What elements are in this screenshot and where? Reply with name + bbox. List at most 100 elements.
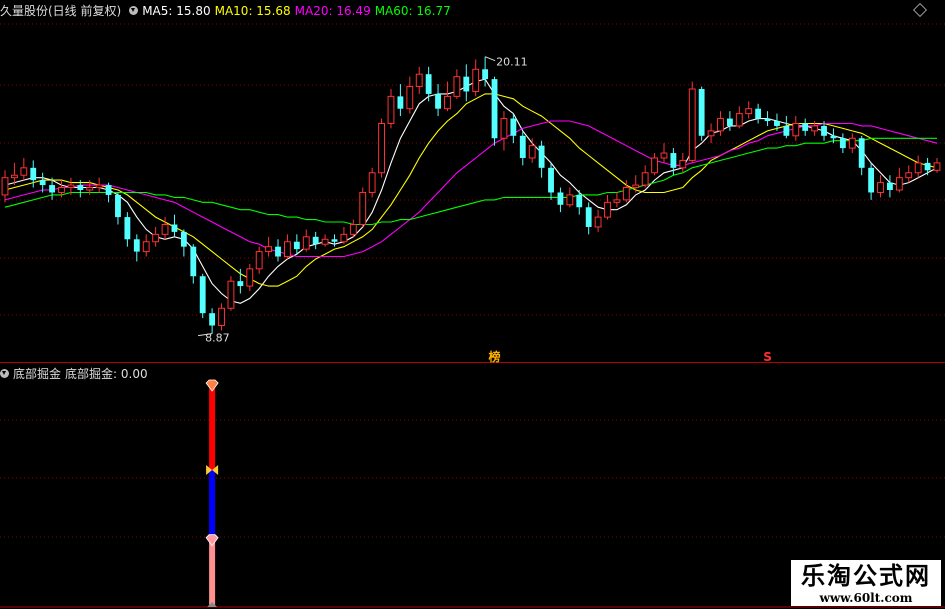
candle-body xyxy=(698,88,705,136)
candle-body xyxy=(255,251,263,270)
candle-body xyxy=(312,236,319,245)
candle-body xyxy=(58,187,65,193)
price-header: 久量股份(日线 前复权) MA5: 15.80 MA10: 15.68 MA20: 1… xyxy=(0,3,455,19)
indicator-header: 底部掘金 底部掘金: 0.00 xyxy=(0,366,152,382)
candle-body xyxy=(20,167,28,176)
diamond-top-icon xyxy=(205,379,219,392)
candle-body xyxy=(726,118,733,126)
candle-body xyxy=(10,174,18,179)
candle-body xyxy=(378,122,385,174)
watermark: 乐淘公式网 www.60lt.com xyxy=(791,560,941,606)
ma20-label: MA20: 16.49 xyxy=(294,4,371,18)
candle-body xyxy=(237,281,244,287)
ma60-label: MA60: 16.77 xyxy=(374,4,451,18)
candle-body xyxy=(124,217,131,240)
candle-body xyxy=(152,233,160,243)
candle-body xyxy=(914,162,922,174)
candle-body xyxy=(821,125,827,136)
candle-body xyxy=(482,69,489,80)
dropdown-icon[interactable] xyxy=(0,369,9,378)
ma-line-ma5 xyxy=(4,78,938,304)
candle-body xyxy=(171,224,178,232)
candle-body xyxy=(519,135,526,158)
candle-body xyxy=(538,145,545,168)
candle-body xyxy=(406,86,414,110)
candle-body xyxy=(510,118,517,136)
candle-body xyxy=(453,76,461,97)
candle-body xyxy=(839,138,846,149)
candle-body xyxy=(472,68,480,92)
candle-body xyxy=(651,157,658,174)
candle-body xyxy=(604,201,611,218)
candle-body xyxy=(133,239,140,252)
ma-line-ma20 xyxy=(4,120,938,258)
ma-line-ma10 xyxy=(4,93,938,287)
candle-body xyxy=(802,123,809,131)
candle-body xyxy=(142,241,150,253)
candle-body xyxy=(848,137,856,149)
candle-body xyxy=(105,185,112,195)
candle-body xyxy=(548,167,554,193)
candle-body xyxy=(77,185,84,190)
candle-body xyxy=(180,231,187,247)
signal-segment-red xyxy=(209,386,216,470)
candle-body xyxy=(67,184,75,189)
candle-body xyxy=(764,118,771,122)
candle-body xyxy=(933,162,941,171)
candle-body xyxy=(783,125,790,136)
candle-body xyxy=(368,172,376,193)
candle-body xyxy=(566,194,574,206)
candle-body xyxy=(95,184,103,189)
indicator-title[interactable]: 底部掘金 xyxy=(13,367,61,381)
candle-body xyxy=(679,159,687,169)
candle-body xyxy=(641,172,649,186)
candle-body xyxy=(491,79,498,139)
candle-body xyxy=(594,216,602,228)
candle-body xyxy=(557,192,564,205)
watermark-title: 乐淘公式网 xyxy=(801,561,931,590)
candle-body xyxy=(227,280,235,309)
candle-body xyxy=(293,241,300,250)
candle-body xyxy=(792,122,800,137)
ma5-label: MA5: 15.80 xyxy=(142,4,211,18)
candle-body xyxy=(688,88,696,161)
high-label: 20.11 xyxy=(496,56,528,69)
stock-title[interactable]: 久量股份(日线 前复权) xyxy=(0,4,121,18)
candle-body xyxy=(924,162,931,171)
signal-marker: S xyxy=(763,350,772,364)
candle-body xyxy=(246,268,254,287)
candle-body xyxy=(868,167,875,193)
candle-body xyxy=(340,233,348,243)
candle-body xyxy=(444,95,451,110)
indicator-value: 底部掘金: 0.00 xyxy=(65,367,148,381)
candle-body xyxy=(735,113,743,127)
watermark-url: www.60lt.com xyxy=(819,591,913,605)
diamond-bottom-icon xyxy=(205,534,219,547)
signal-segment-pink xyxy=(209,540,216,607)
high-pointer xyxy=(484,56,496,62)
candle-body xyxy=(858,138,865,168)
dropdown-icon[interactable] xyxy=(129,6,139,15)
candle-body xyxy=(660,152,668,159)
candle-body xyxy=(321,238,329,245)
candle-body xyxy=(500,118,508,139)
signal-segment-blue xyxy=(209,469,216,541)
candle-body xyxy=(774,121,780,126)
candle-body xyxy=(830,135,837,139)
candle-body xyxy=(585,207,592,227)
candle-body xyxy=(755,108,762,119)
candle-body xyxy=(30,167,37,181)
stock-chart[interactable]: 20.11 8.87 榜 S xyxy=(0,0,945,609)
candle-body xyxy=(397,96,404,109)
signal-marker: 榜 xyxy=(489,349,501,364)
candle-body xyxy=(190,246,197,277)
candle-body xyxy=(39,180,46,186)
candle-body xyxy=(707,130,715,137)
candle-body xyxy=(576,194,583,208)
low-label: 8.87 xyxy=(205,332,230,345)
candle-body xyxy=(632,184,640,189)
candle-body xyxy=(265,246,273,253)
candle-body xyxy=(717,118,724,132)
candle-body xyxy=(435,93,441,109)
candle-body xyxy=(895,177,903,191)
